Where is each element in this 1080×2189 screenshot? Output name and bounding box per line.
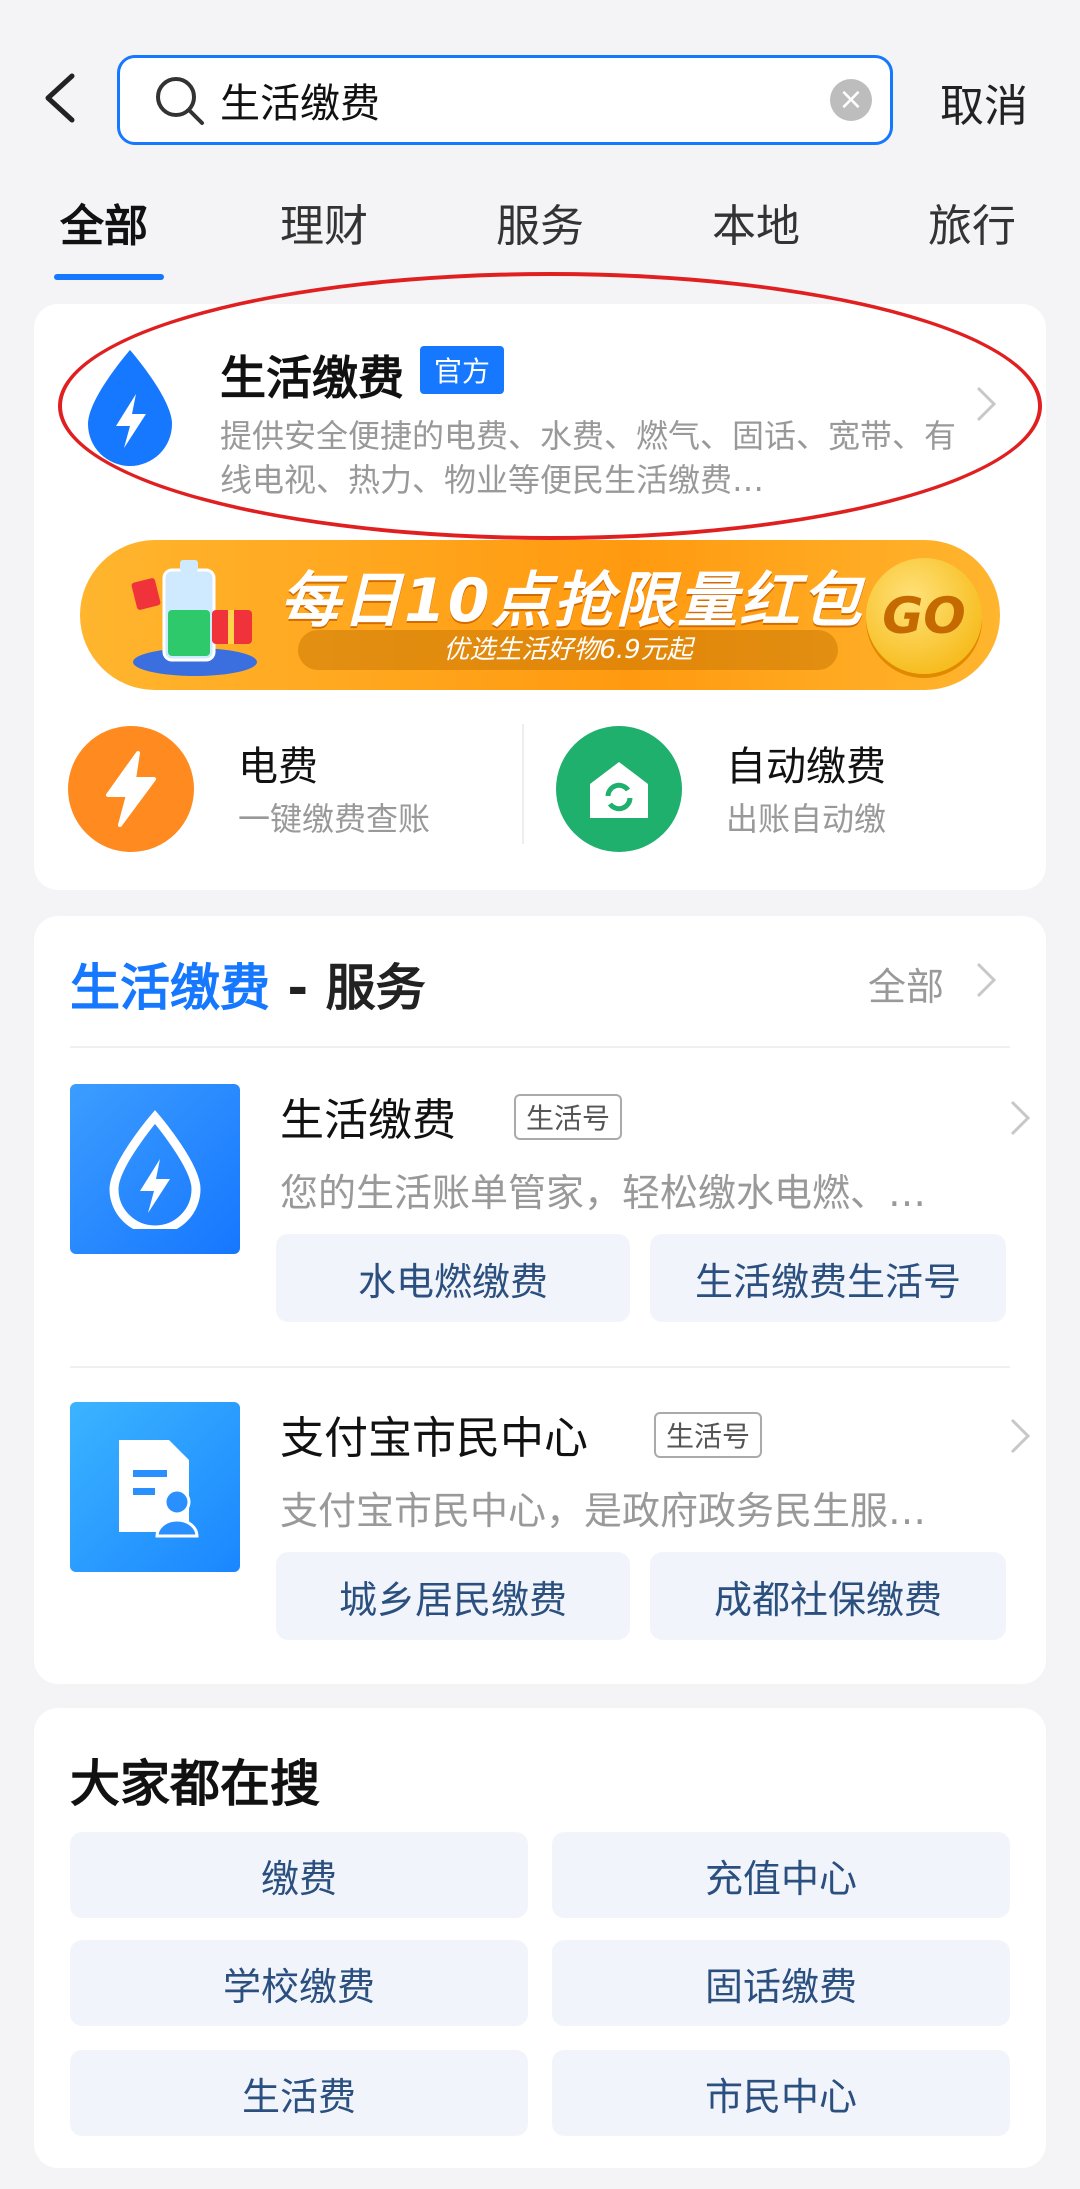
search-input[interactable]: 生活缴费 × <box>117 55 893 145</box>
water-drop-lightning-icon <box>88 350 172 466</box>
service-description: 您的生活账单管家，轻松缴水电燃、… <box>280 1171 927 1215</box>
official-title: 生活缴费 <box>220 351 404 405</box>
popular-searches-card: 大家都在搜 缴费 充值中心 学校缴费 固话缴费 生活费 市民中心 <box>34 1708 1046 2168</box>
popular-search-item[interactable]: 市民中心 <box>552 2050 1010 2136</box>
see-all-label: 全部 <box>868 965 945 1009</box>
service-link[interactable]: 水电燃缴费 <box>276 1234 630 1322</box>
chevron-right-icon <box>1010 1100 1031 1136</box>
cancel-button[interactable]: 取消 <box>940 70 1028 134</box>
divider <box>70 1046 1010 1048</box>
top-result-card: 生活缴费 官方 提供安全便捷的电费、水费、燃气、固话、宽带、有线电视、热力、物业… <box>34 272 1046 890</box>
quick-service-title: 自动缴费 <box>726 744 886 790</box>
official-description: 提供安全便捷的电费、水费、燃气、固话、宽带、有线电视、热力、物业等便民生活缴费… <box>220 417 957 499</box>
service-link[interactable]: 城乡居民缴费 <box>276 1552 630 1640</box>
service-link[interactable]: 生活缴费生活号 <box>650 1234 1006 1322</box>
chevron-right-icon <box>976 962 997 998</box>
tab-travel[interactable]: 旅行 <box>928 190 1016 254</box>
banner-title: 每日10点抢限量红包 <box>280 566 864 636</box>
tab-all[interactable]: 全部 <box>60 190 148 254</box>
service-description: 支付宝市民中心，是政府政务民生服… <box>280 1489 927 1533</box>
auto-pay-house-icon <box>556 726 682 852</box>
search-icon <box>156 77 204 125</box>
service-section-card: 生活缴费 - 服务 全部 生活缴费 生活号 您的生活账单管家，轻松缴水电燃、… … <box>34 916 1046 1684</box>
back-button[interactable] <box>32 66 88 130</box>
official-result[interactable]: 生活缴费 官方 提供安全便捷的电费、水费、燃气、固话、宽带、有线电视、热力、物业… <box>34 272 1046 540</box>
service-tag: 生活号 <box>514 1094 623 1140</box>
service-tag: 生活号 <box>654 1412 763 1458</box>
promo-banner[interactable]: 每日10点抢限量红包 优选生活好物6.9元起 GO <box>80 540 1000 690</box>
chevron-right-icon <box>1010 1418 1031 1454</box>
active-tab-indicator <box>54 274 164 280</box>
service-item[interactable]: 支付宝市民中心 生活号 支付宝市民中心，是政府政务民生服… 城乡居民缴费 成都社… <box>70 1402 1031 1702</box>
go-button[interactable]: GO <box>866 558 982 674</box>
service-link[interactable]: 成都社保缴费 <box>650 1552 1006 1640</box>
popular-search-item[interactable]: 充值中心 <box>552 1832 1010 1918</box>
popular-search-item[interactable]: 缴费 <box>70 1832 528 1918</box>
category-tabs: 全部 理财 服务 本地 旅行 <box>0 190 1080 280</box>
chevron-right-icon <box>976 386 997 422</box>
lightning-icon <box>68 726 194 852</box>
popular-heading: 大家都在搜 <box>70 1755 320 1813</box>
quick-service-title: 电费 <box>238 744 318 790</box>
chevron-left-icon <box>45 73 75 123</box>
quick-service-auto-pay[interactable]: 自动缴费 出账自动缴 <box>556 712 1036 862</box>
divider <box>70 1366 1010 1368</box>
section-heading-highlight: 生活缴费 <box>70 959 270 1017</box>
official-badge: 官方 <box>420 346 505 394</box>
citizen-document-icon <box>70 1402 240 1572</box>
service-title: 生活缴费 <box>280 1095 456 1146</box>
clear-icon[interactable]: × <box>830 79 872 121</box>
water-drop-lightning-icon <box>70 1084 240 1254</box>
see-all-link[interactable]: 全部 <box>868 956 944 1011</box>
section-heading-rest: - 服务 <box>270 959 426 1017</box>
quick-service-electricity[interactable]: 电费 一键缴费查账 <box>68 712 548 862</box>
section-heading: 生活缴费 - 服务 <box>70 948 426 1020</box>
popular-search-item[interactable]: 生活费 <box>70 2050 528 2136</box>
quick-service-subtitle: 一键缴费查账 <box>238 800 431 838</box>
quick-service-subtitle: 出账自动缴 <box>726 800 887 838</box>
tab-services[interactable]: 服务 <box>496 190 584 254</box>
search-query-text: 生活缴费 <box>220 81 380 127</box>
service-item[interactable]: 生活缴费 生活号 您的生活账单管家，轻松缴水电燃、… 水电燃缴费 生活缴费生活号 <box>70 1084 1031 1384</box>
banner-subtitle: 优选生活好物6.9元起 <box>298 630 838 670</box>
tab-finance[interactable]: 理财 <box>280 190 368 254</box>
tab-local[interactable]: 本地 <box>712 190 800 254</box>
battery-gift-icon <box>131 560 257 676</box>
popular-search-item[interactable]: 学校缴费 <box>70 1940 528 2026</box>
divider <box>522 724 524 844</box>
search-header: 生活缴费 × 取消 全部 理财 服务 本地 旅行 <box>0 0 1080 300</box>
service-title: 支付宝市民中心 <box>280 1413 588 1464</box>
popular-search-item[interactable]: 固话缴费 <box>552 1940 1010 2026</box>
